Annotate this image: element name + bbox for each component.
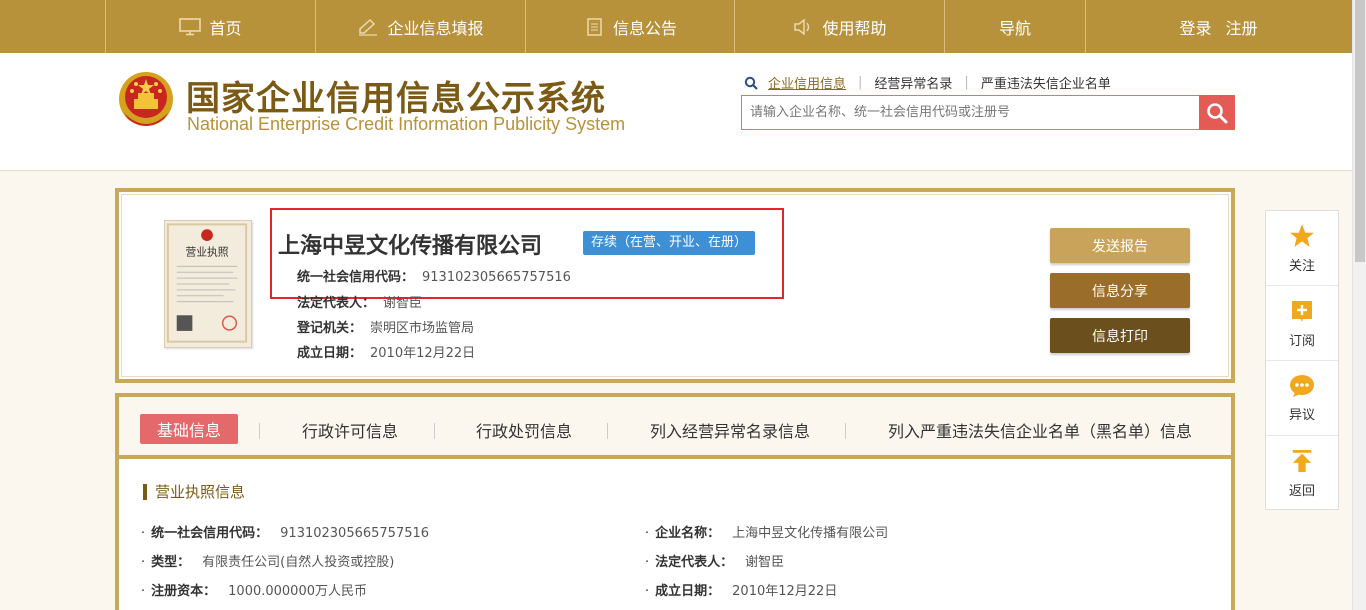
nav-announcements-label: 信息公告 [612,18,677,38]
kv-value: 2010年12月22日 [732,584,838,599]
kv-value: 1000.000000万人民币 [228,584,367,599]
kv-legal-rep: · 法定代表人： 谢智臣 [645,555,785,570]
register-link[interactable]: 注册 [1226,15,1258,39]
search-tab-blacklist[interactable]: 严重违法失信企业名单 [981,73,1111,92]
search-bar [741,95,1235,130]
kv-label: 企业名称： [655,526,721,541]
kv-value: 有限责任公司(自然人投资或控股) [202,555,395,570]
back-to-top-button[interactable]: 返回 [1266,436,1338,511]
nav-navigation-label: 导航 [998,18,1031,38]
info-panel: 基础信息 行政许可信息 行政处罚信息 列入经营异常名录信息 列入严重违法失信企业… [115,393,1235,610]
kv-value: 上海中昱文化传播有限公司 [732,526,889,541]
login-link[interactable]: 登录 [1179,15,1211,39]
objection-label: 异议 [1288,407,1315,423]
follow-button[interactable]: 关注 [1266,211,1338,286]
tab-blacklist[interactable]: 列入严重违法失信企业名单（黑名单）信息 [888,418,1192,442]
floating-toolbar: 关注 订阅 异议 返回 [1265,210,1339,510]
subscribe-label: 订阅 [1288,333,1315,349]
tab-admin-penalty[interactable]: 行政处罚信息 [476,418,572,442]
tab-divider: | [858,75,863,90]
svg-text:营业执照: 营业执照 [186,246,229,259]
credit-code-row: 统一社会信用代码： 913102305665757516 [297,266,571,285]
kv-label: 统一社会信用代码： [151,526,269,541]
kv-label: 成立日期： [655,584,721,599]
company-name: 上海中昱文化传播有限公司 [278,234,543,259]
established-value: 2010年12月22日 [370,346,476,361]
search-input[interactable] [742,96,1198,129]
nav-navigation[interactable]: 导航 [945,0,1086,53]
site-title-en: National Enterprise Credit Information P… [187,114,626,134]
info-tabs: 基础信息 行政许可信息 行政处罚信息 列入经营异常名录信息 列入严重违法失信企业… [119,397,1231,459]
top-nav-items: 首页 企业信息填报 信息公告 使用帮助 导航 登录 注册 [105,0,1352,53]
kv-registered-capital: · 注册资本： 1000.000000万人民币 [141,584,367,599]
share-info-button[interactable]: 信息分享 [1050,273,1190,308]
top-nav: 首页 企业信息填报 信息公告 使用帮助 导航 登录 注册 [0,0,1352,53]
search-button[interactable] [1199,95,1235,130]
kv-value: 谢智臣 [745,555,785,570]
search-tab-credit[interactable]: 企业信用信息 [768,73,846,92]
tab-abnormal-list[interactable]: 列入经营异常名录信息 [650,418,810,442]
star-icon [1290,223,1314,247]
tab-divider [607,423,608,439]
legal-rep-value: 谢智臣 [383,296,423,311]
back-label: 返回 [1288,484,1315,499]
tab-divider [845,423,846,439]
subscribe-button[interactable]: 订阅 [1266,286,1338,361]
edit-icon [357,18,379,36]
kv-company-name: · 企业名称： 上海中昱文化传播有限公司 [645,526,889,541]
site-title-cn: 国家企业信用信息公示系统 [186,79,606,119]
established-label: 成立日期： [297,346,363,361]
vertical-scrollbar[interactable] [1352,0,1366,610]
speaker-icon [792,17,814,36]
nav-help[interactable]: 使用帮助 [735,0,945,53]
established-row: 成立日期： 2010年12月22日 [297,342,475,361]
print-info-button[interactable]: 信息打印 [1050,318,1190,353]
nav-help-label: 使用帮助 [822,18,887,38]
plus-icon [1292,300,1312,322]
tab-divider [259,423,260,439]
kv-type: · 类型： 有限责任公司(自然人投资或控股) [141,555,395,570]
chat-icon [1290,374,1314,397]
search-icon [1207,102,1228,123]
scrollbar-thumb[interactable] [1355,0,1365,262]
credit-code-value: 913102305665757516 [422,270,571,285]
kv-label: 类型： [151,555,191,570]
legal-rep-label: 法定代表人： [297,296,376,311]
authority-value: 崇明区市场监管局 [370,321,475,336]
tab-admin-license[interactable]: 行政许可信息 [302,418,398,442]
kv-label: 注册资本： [151,584,217,599]
nav-home[interactable]: 首页 [106,0,316,53]
nav-login-register: 登录 注册 [1086,0,1351,53]
company-summary-card: 营业执照 上海中昱文化传播有限公司 存续（在营、开业、在册） 统一社会信用代码：… [115,188,1235,383]
nav-enterprise-fill-label: 企业信息填报 [387,18,484,38]
credit-code-label: 统一社会信用代码： [297,270,415,285]
business-license-thumbnail[interactable]: 营业执照 [164,220,252,348]
national-emblem-logo [116,69,176,133]
section-title: 营业执照信息 [143,484,245,500]
search-category-tabs: 企业信用信息 | 经营异常名录 | 严重违法失信企业名单 [744,73,1111,92]
search-small-icon [744,76,758,90]
monitor-icon [179,17,202,36]
nav-announcements[interactable]: 信息公告 [526,0,735,53]
site-header: 国家企业信用信息公示系统 National Enterprise Credit … [0,53,1352,171]
authority-label: 登记机关： [297,321,363,336]
send-report-button[interactable]: 发送报告 [1050,228,1190,263]
objection-button[interactable]: 异议 [1266,361,1338,436]
kv-label: 法定代表人： [655,555,734,570]
authority-row: 登记机关： 崇明区市场监管局 [297,317,474,336]
follow-label: 关注 [1288,258,1315,274]
document-icon [583,17,605,36]
arrow-up-icon [1292,450,1312,472]
kv-value: 913102305665757516 [280,526,430,541]
tab-divider [434,423,435,439]
search-tab-abnormal[interactable]: 经营异常名录 [874,73,952,92]
kv-established-date: · 成立日期： 2010年12月22日 [645,584,838,599]
nav-enterprise-fill[interactable]: 企业信息填报 [316,0,526,53]
legal-rep-row: 法定代表人： 谢智臣 [297,292,422,311]
tab-divider: | [964,75,969,90]
tab-basic-info[interactable]: 基础信息 [140,414,238,444]
nav-home-label: 首页 [209,18,242,38]
kv-credit-code: · 统一社会信用代码： 913102305665757516 [141,526,430,541]
status-badge: 存续（在营、开业、在册） [583,231,756,255]
